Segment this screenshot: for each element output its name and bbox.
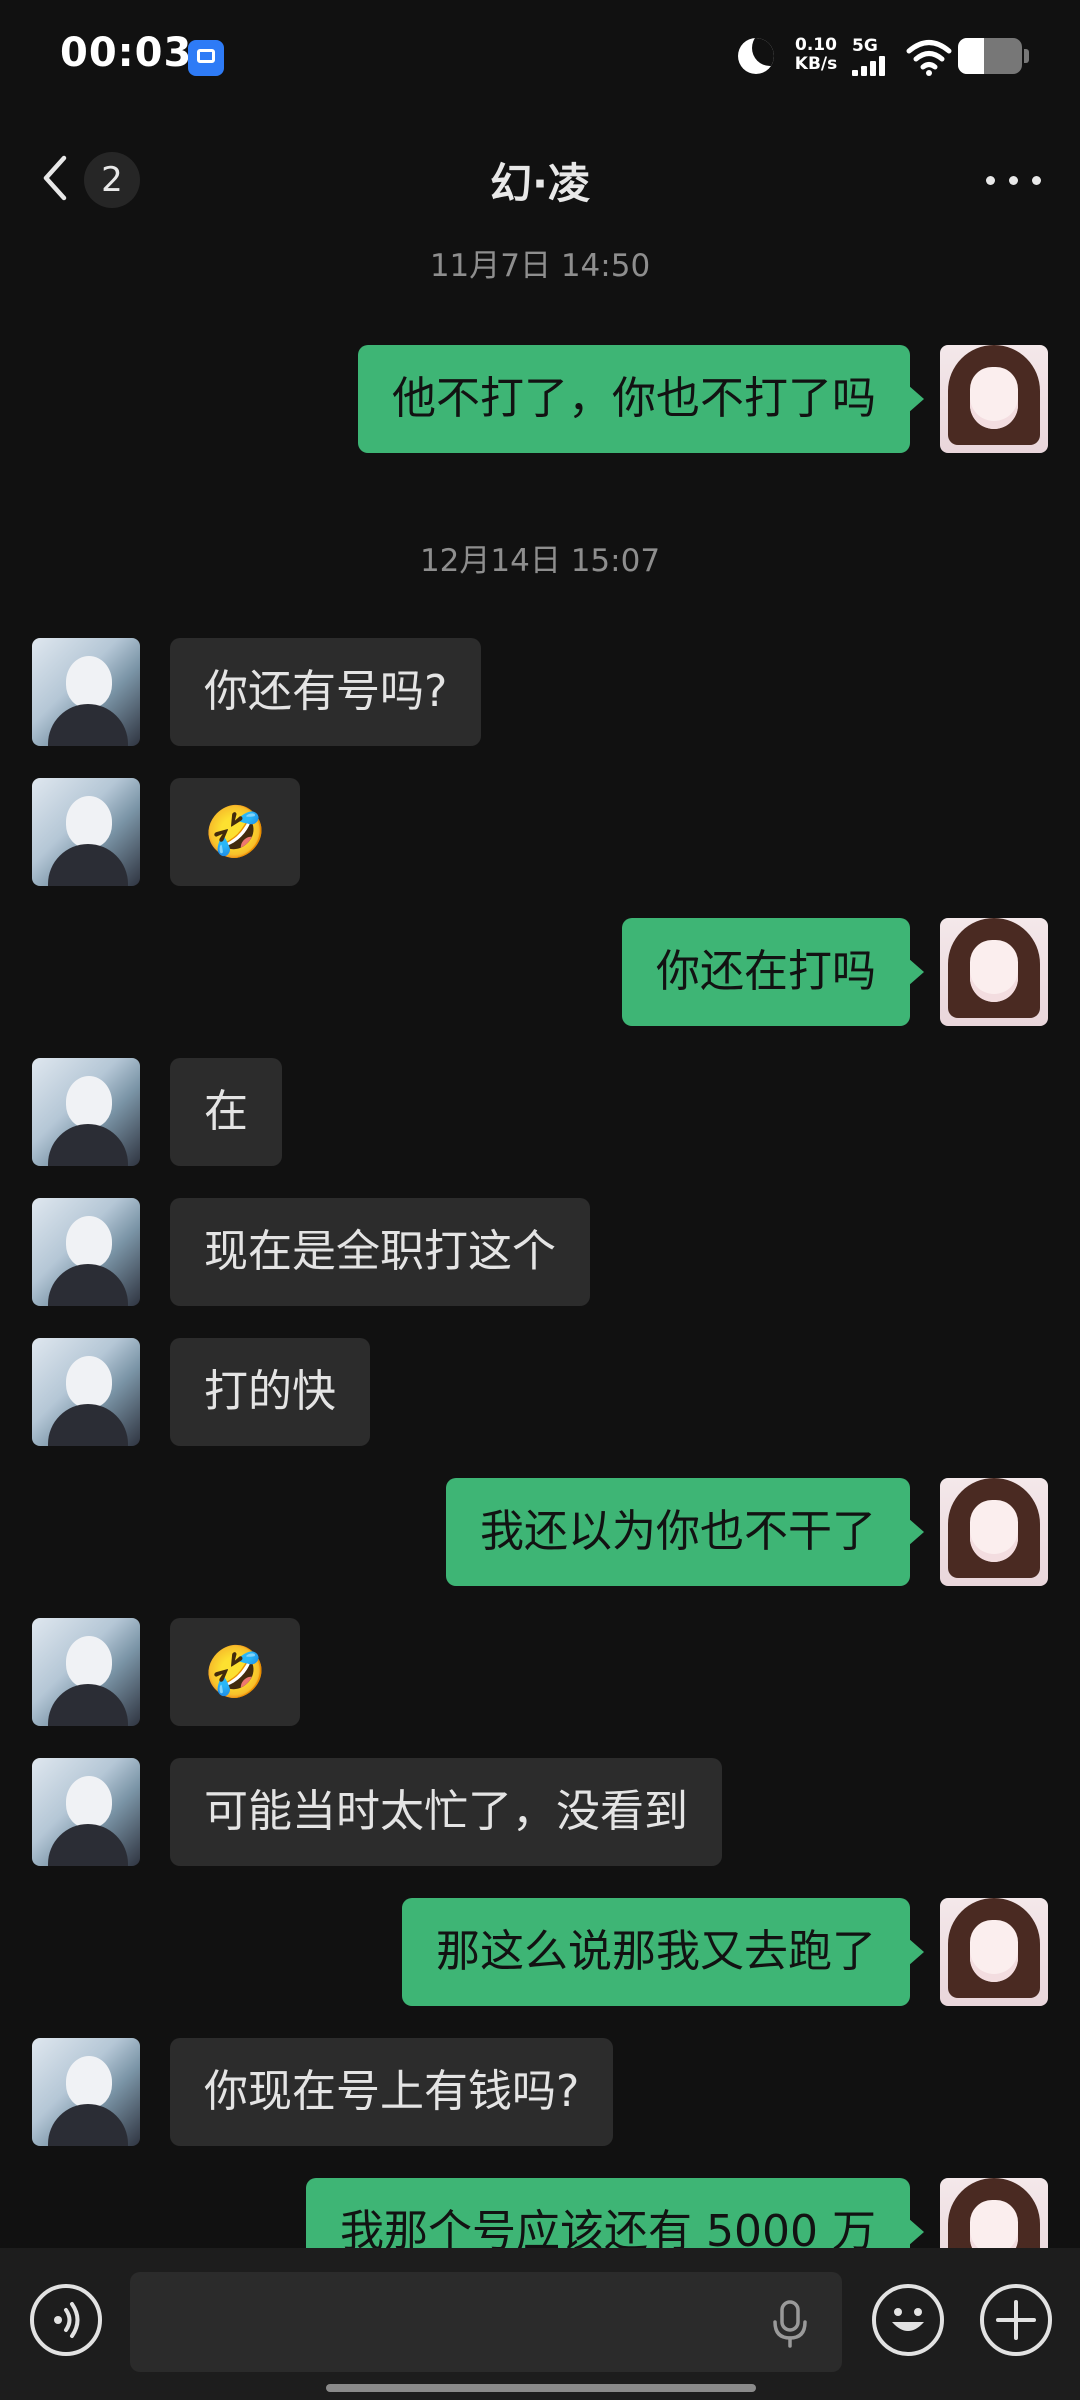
message-row-incoming: 🤣 — [0, 1618, 1080, 1726]
message-bubble-outgoing[interactable]: 你还在打吗 — [622, 918, 924, 1026]
home-indicator[interactable] — [326, 2384, 756, 2392]
contact-avatar[interactable] — [32, 1618, 140, 1726]
message-bubble-emoji[interactable]: 🤣 — [170, 1618, 301, 1726]
message-row-incoming: 你现在号上有钱吗? — [0, 2038, 1080, 2146]
network-speed-value: 0.10 — [795, 35, 837, 55]
message-row-outgoing: 我还以为你也不干了 — [0, 1478, 1080, 1586]
network-type: 5G — [852, 36, 878, 56]
contact-avatar[interactable] — [32, 778, 140, 886]
contact-avatar[interactable] — [32, 1758, 140, 1866]
my-avatar[interactable] — [940, 1478, 1048, 1586]
message-bubble-outgoing[interactable]: 那这么说那我又去跑了 — [402, 1898, 924, 2006]
contact-avatar[interactable] — [32, 1198, 140, 1306]
more-dots-icon[interactable] — [984, 158, 1044, 202]
message-row-incoming: 🤣 — [0, 778, 1080, 886]
wifi-icon — [906, 40, 952, 76]
timestamp: 12月14日 15:07 — [419, 543, 661, 579]
chat-title: 幻·凌 — [490, 159, 590, 208]
battery-level — [958, 38, 984, 74]
status-indicators: 0.10 KB/s 5G — [680, 0, 1080, 110]
emoji-icon[interactable] — [872, 2284, 944, 2356]
contact-avatar[interactable] — [32, 1058, 140, 1166]
contact-avatar[interactable] — [32, 2038, 140, 2146]
message-bubble-emoji[interactable]: 🤣 — [170, 778, 301, 886]
message-bubble-incoming[interactable]: 在 — [170, 1058, 282, 1166]
plus-icon[interactable] — [980, 2284, 1052, 2356]
message-row-incoming: 你还有号吗? — [0, 638, 1080, 746]
message-input[interactable] — [130, 2272, 842, 2372]
message-bubble-incoming[interactable]: 现在是全职打这个 — [170, 1198, 590, 1306]
my-avatar[interactable] — [940, 918, 1048, 1026]
message-row-incoming: 现在是全职打这个 — [0, 1198, 1080, 1306]
input-bar — [0, 2248, 1080, 2400]
message-row-outgoing: 那这么说那我又去跑了 — [0, 1898, 1080, 2006]
message-bubble-incoming[interactable]: 打的快 — [170, 1338, 370, 1446]
status-bar: 00:03 0.10 KB/s 5G — [0, 0, 1080, 110]
message-bubble-outgoing[interactable]: 我还以为你也不干了 — [446, 1478, 924, 1586]
voice-mode-icon[interactable] — [30, 2284, 102, 2356]
timestamp: 11月7日 14:50 — [429, 248, 651, 284]
microphone-icon[interactable] — [772, 2300, 808, 2348]
battery-icon — [958, 38, 1022, 74]
my-avatar[interactable] — [940, 345, 1048, 453]
my-avatar[interactable] — [940, 1898, 1048, 2006]
signal-icon — [852, 56, 892, 76]
message-row-incoming: 在 — [0, 1058, 1080, 1166]
status-time: 00:03 — [60, 30, 193, 76]
contact-avatar[interactable] — [32, 638, 140, 746]
message-bubble-outgoing[interactable]: 他不打了，你也不打了吗 — [358, 345, 924, 453]
do-not-disturb-icon — [738, 38, 774, 74]
message-row-incoming: 可能当时太忙了，没看到 — [0, 1758, 1080, 1866]
chat-header: 2 幻·凌 — [0, 130, 1080, 230]
message-bubble-incoming[interactable]: 你还有号吗? — [170, 638, 482, 746]
contact-avatar[interactable] — [32, 1338, 140, 1446]
message-bubble-incoming[interactable]: 你现在号上有钱吗? — [170, 2038, 614, 2146]
message-row-incoming: 打的快 — [0, 1338, 1080, 1446]
message-row-outgoing: 他不打了，你也不打了吗 — [0, 345, 1080, 453]
app-notification-icon — [188, 40, 224, 76]
network-speed-unit: KB/s — [794, 54, 838, 74]
network-speed: 0.10 KB/s — [790, 36, 842, 74]
message-row-outgoing: 你还在打吗 — [0, 918, 1080, 1026]
message-bubble-incoming[interactable]: 可能当时太忙了，没看到 — [170, 1758, 722, 1866]
battery-tip — [1024, 49, 1029, 63]
